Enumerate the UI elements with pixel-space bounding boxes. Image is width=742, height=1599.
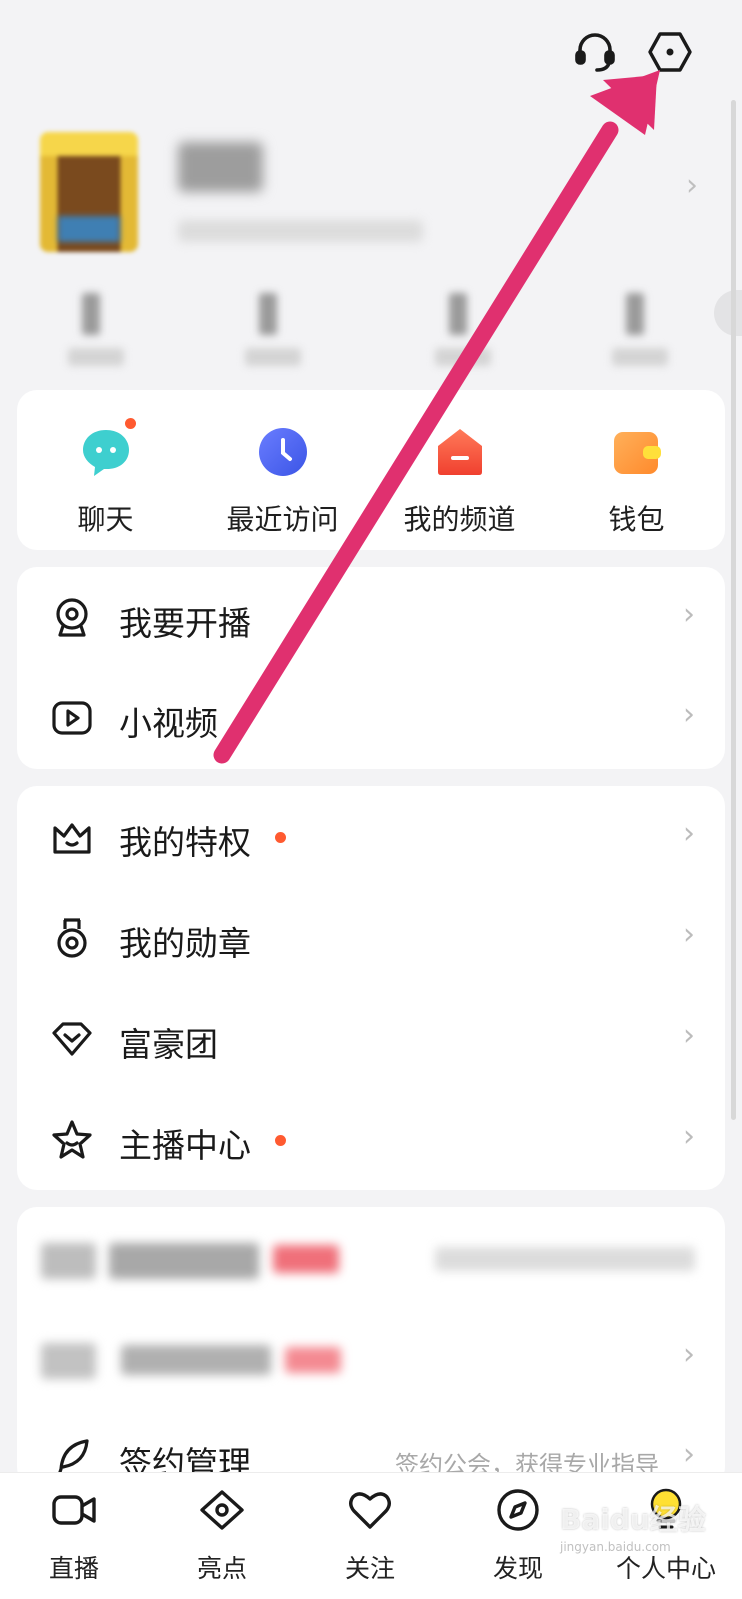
chevron-right-icon: › [683,597,695,632]
watermark: Baidu经验 [560,1503,706,1536]
quick-actions-card: 聊天 最近访问 我的频道 钱包 [17,390,725,550]
channel-house-icon [434,426,486,478]
chat-bubble-icon [80,426,132,478]
tab-label: 关注 [344,1554,395,1583]
menu-group-extra: › 签约管理 签约公会，获得专业指导 › [17,1207,725,1487]
chevron-right-icon: › [683,917,695,952]
chevron-right-icon: › [683,1119,695,1154]
menu-label: 小视频 [119,704,218,743]
menu-row-anchor-center[interactable]: 主播中心 › [17,1089,725,1191]
headset-icon[interactable] [573,30,617,74]
quick-action-label: 最近访问 [226,503,339,536]
heart-icon [347,1487,393,1533]
webcam-icon [51,597,93,639]
menu-label: 我要开播 [119,604,251,643]
menu-row-privileges[interactable]: 我的特权 › [17,786,725,888]
notification-dot [275,832,286,843]
blurred-icon [41,1343,96,1379]
chevron-right-icon: › [683,1337,695,1372]
menu-group-live: 我要开播 › 小视频 › [17,567,725,769]
quick-action-label: 钱包 [608,503,665,536]
menu-row-short-video[interactable]: 小视频 › [17,667,725,769]
chevron-right-icon: › [683,697,695,732]
profile-stats [0,285,742,375]
quick-action-wallet[interactable]: 钱包 [548,390,725,550]
profile-header[interactable]: › [0,120,742,270]
tab-label: 直播 [48,1554,99,1583]
tab-label: 个人中心 [615,1554,716,1583]
menu-label: 主播中心 [119,1126,251,1165]
quick-action-chat[interactable]: 聊天 [17,390,194,550]
menu-label: 富豪团 [119,1025,218,1064]
menu-row-blurred[interactable]: › [17,1307,725,1409]
video-camera-icon [51,1487,97,1533]
clock-icon [257,426,309,478]
blurred-text [109,1243,259,1279]
eye-icon [199,1487,245,1533]
tab-label: 发现 [492,1554,543,1583]
stat-item[interactable] [435,293,495,368]
notification-dot [275,1135,286,1146]
compass-icon [495,1487,541,1533]
blurred-badge [285,1347,341,1373]
avatar[interactable] [40,132,138,252]
stat-item[interactable] [245,293,305,368]
menu-row-start-live[interactable]: 我要开播 › [17,567,725,669]
blurred-icon [41,1243,96,1279]
quick-action-recent[interactable]: 最近访问 [194,390,371,550]
tab-label: 亮点 [196,1554,247,1583]
menu-label: 我的勋章 [119,924,251,963]
watermark-url: jingyan.baidu.com [560,1540,671,1554]
quick-action-channel[interactable]: 我的频道 [371,390,548,550]
quick-action-label: 聊天 [77,503,134,536]
top-bar [0,0,742,110]
settings-hexagon-icon[interactable] [648,30,692,74]
blurred-hint [435,1247,695,1271]
medal-icon [51,917,93,959]
quick-action-label: 我的频道 [403,503,516,536]
chevron-right-icon: › [683,816,695,851]
play-video-icon [51,697,93,739]
blurred-badge [273,1245,339,1273]
chevron-right-icon: › [683,1437,695,1472]
wallet-icon [611,426,663,478]
user-id-blurred [178,220,423,242]
notification-dot [125,418,136,429]
stat-item[interactable] [68,293,128,368]
tab-live[interactable]: 直播 [0,1473,148,1599]
diamond-heart-icon [51,1018,93,1060]
blurred-text [121,1345,271,1375]
menu-group-account: 我的特权 › 我的勋章 › 富豪团 › 主播中心 › [17,786,725,1190]
stat-item[interactable] [612,293,672,368]
chevron-right-icon: › [683,1018,695,1053]
crown-icon [51,816,93,858]
chevron-right-icon[interactable]: › [686,168,698,203]
scrollbar[interactable] [731,100,736,1120]
username-blurred [178,142,263,192]
menu-row-blurred[interactable] [17,1207,725,1309]
menu-row-medals[interactable]: 我的勋章 › [17,887,725,989]
tab-highlights[interactable]: 亮点 [148,1473,296,1599]
menu-label: 我的特权 [119,823,251,862]
tab-follow[interactable]: 关注 [296,1473,444,1599]
star-icon [51,1119,93,1161]
menu-row-vip-club[interactable]: 富豪团 › [17,988,725,1090]
